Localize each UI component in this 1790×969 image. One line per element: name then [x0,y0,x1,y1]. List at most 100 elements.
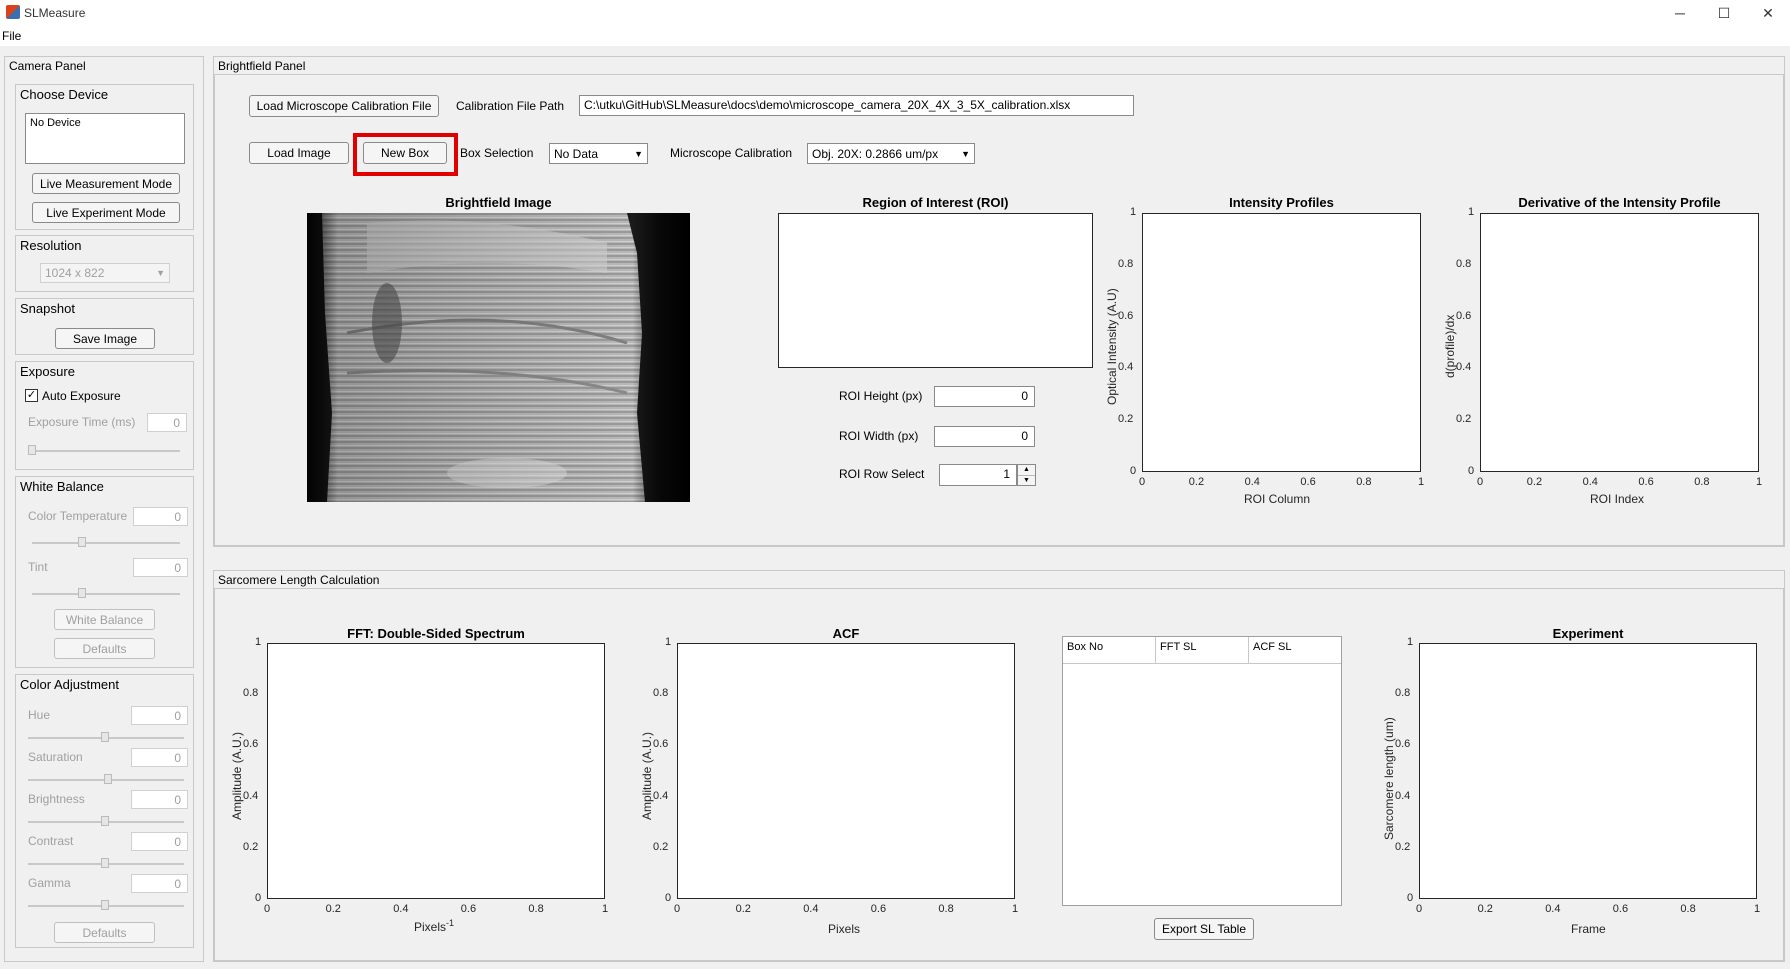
color-temperature-slider-track[interactable] [32,542,180,544]
derivative-x-tick: 0.2 [1526,476,1543,488]
box-selection-value: No Data [554,146,599,161]
acf-y-tick: 0.4 [653,789,669,802]
fft-y-tick: 0.6 [243,738,259,751]
close-button[interactable]: ✕ [1746,0,1790,26]
tint-field[interactable]: 0 [133,558,188,577]
exposure-title: Exposure [20,364,75,379]
brightfield-panel-title: Brightfield Panel [218,59,306,73]
exposure-time-field[interactable]: 0 [147,413,187,432]
experiment-x-tick: 0.4 [1545,903,1561,915]
box-selection-dropdown[interactable]: No Data ▼ [549,143,648,164]
auto-exposure-checkbox[interactable]: ✓ [25,389,38,402]
saturation-slider-thumb[interactable] [104,774,112,784]
roi-width-label: ROI Width (px) [839,429,919,443]
sl-table-header-row: Box No FFT SL ACF SL [1063,637,1341,664]
live-experiment-button[interactable]: Live Experiment Mode [32,202,180,223]
acf-x-tick: 0.4 [803,903,819,915]
saturation-field[interactable]: 0 [131,748,188,767]
fft-axes[interactable] [267,643,605,899]
device-list-item[interactable]: No Device [30,117,81,129]
derivative-y-tick: 0 [1468,465,1475,477]
roi-title: Region of Interest (ROI) [862,195,1009,210]
derivative-title: Derivative of the Intensity Profile [1518,195,1721,210]
triangle-down-icon[interactable]: ▼ [1018,476,1035,486]
gamma-slider-thumb[interactable] [101,900,109,910]
brightness-field[interactable]: 0 [131,790,188,809]
exposure-slider-thumb[interactable] [28,445,36,455]
acf-y-tick: 0.2 [653,840,669,853]
brightfield-image[interactable] [307,213,690,502]
hue-field[interactable]: 0 [131,706,188,725]
acf-axes[interactable] [677,643,1015,899]
sl-table[interactable]: Box No FFT SL ACF SL [1062,636,1342,906]
exposure-time-label: Exposure Time (ms) [28,415,136,429]
check-icon: ✓ [26,389,37,401]
box-selection-label: Box Selection [460,146,534,160]
roi-height-field[interactable]: 0 [934,386,1035,407]
live-measurement-button[interactable]: Live Measurement Mode [32,173,180,194]
menu-file[interactable]: File [2,29,21,43]
experiment-x-tick: 1 [1754,903,1761,915]
sl-table-header-acf-sl[interactable]: ACF SL [1249,637,1341,663]
new-box-button[interactable]: New Box [363,142,447,164]
derivative-y-tick: 1 [1468,206,1475,218]
intensity-x-tick: 1 [1418,476,1425,488]
intensity-y-tick: 0.8 [1118,257,1134,270]
derivative-x-tick: 0.4 [1582,476,1598,488]
fft-x-tick: 0.6 [460,903,477,915]
sl-table-header-fft-sl[interactable]: FFT SL [1156,637,1249,663]
microscope-calibration-dropdown[interactable]: Obj. 20X: 0.2866 um/px ▼ [807,143,975,164]
derivative-y-tick: 0.6 [1456,309,1472,322]
triangle-up-icon[interactable]: ▲ [1018,465,1035,476]
intensity-x-label: ROI Column [1244,492,1311,506]
roi-axes[interactable] [778,213,1093,368]
acf-x-tick: 0.6 [870,903,887,915]
fft-x-label: Pixels-1 [414,918,454,934]
acf-x-tick: 0 [674,903,681,915]
intensity-x-tick: 0.8 [1356,476,1372,488]
tint-slider-thumb[interactable] [78,588,86,598]
roi-width-field[interactable]: 0 [934,426,1035,447]
sl-table-header-box-no[interactable]: Box No [1063,637,1156,663]
maximize-button[interactable]: ☐ [1702,0,1746,26]
hue-slider-thumb[interactable] [101,732,109,742]
acf-x-label: Pixels [828,922,861,936]
white-balance-button[interactable]: White Balance [54,609,155,630]
fft-x-tick: 0 [264,903,271,915]
intensity-profiles-axes[interactable] [1142,213,1421,472]
tint-slider-track[interactable] [32,593,180,595]
white-balance-defaults-button[interactable]: Defaults [54,638,155,659]
gamma-field[interactable]: 0 [131,874,188,893]
minimize-button[interactable]: ─ [1658,0,1702,26]
color-adjustment-defaults-button[interactable]: Defaults [54,922,155,943]
experiment-y-tick: 0 [1407,892,1414,904]
brightness-slider-thumb[interactable] [101,816,109,826]
resolution-dropdown[interactable]: 1024 x 822 ▼ [40,263,170,283]
brightfield-image-content [307,213,690,502]
color-temperature-field[interactable]: 0 [133,507,188,526]
exposure-slider-track[interactable] [28,450,180,452]
save-image-button[interactable]: Save Image [55,328,155,349]
color-temperature-slider-thumb[interactable] [78,537,86,547]
triangle-down-icon: ▼ [634,148,643,159]
intensity-x-tick: 0.2 [1188,476,1205,488]
calibration-path-field[interactable]: C:\utku\GitHub\SLMeasure\docs\demo\micro… [579,95,1134,116]
experiment-axes[interactable] [1419,643,1757,899]
load-calibration-button[interactable]: Load Microscope Calibration File [249,95,439,117]
roi-row-spinner[interactable]: ▲ ▼ [1017,464,1036,486]
derivative-axes[interactable] [1480,213,1759,472]
load-image-button[interactable]: Load Image [249,142,349,164]
derivative-y-tick: 0.8 [1456,257,1472,270]
export-sl-table-button[interactable]: Export SL Table [1154,918,1254,940]
fft-x-label-sup: -1 [446,918,455,928]
device-list[interactable]: No Device [25,113,185,164]
experiment-x-tick: 0.6 [1612,903,1629,915]
fft-y-label: Amplitude (A.U.) [230,731,244,820]
intensity-y-label: Optical Intensity (A.U) [1105,288,1119,405]
contrast-field[interactable]: 0 [131,832,188,851]
experiment-y-tick: 0.2 [1395,840,1411,853]
gamma-label: Gamma [28,876,71,890]
contrast-slider-thumb[interactable] [101,858,109,868]
menu-bar [0,26,1790,46]
roi-row-select-field[interactable]: 1 [939,464,1017,486]
